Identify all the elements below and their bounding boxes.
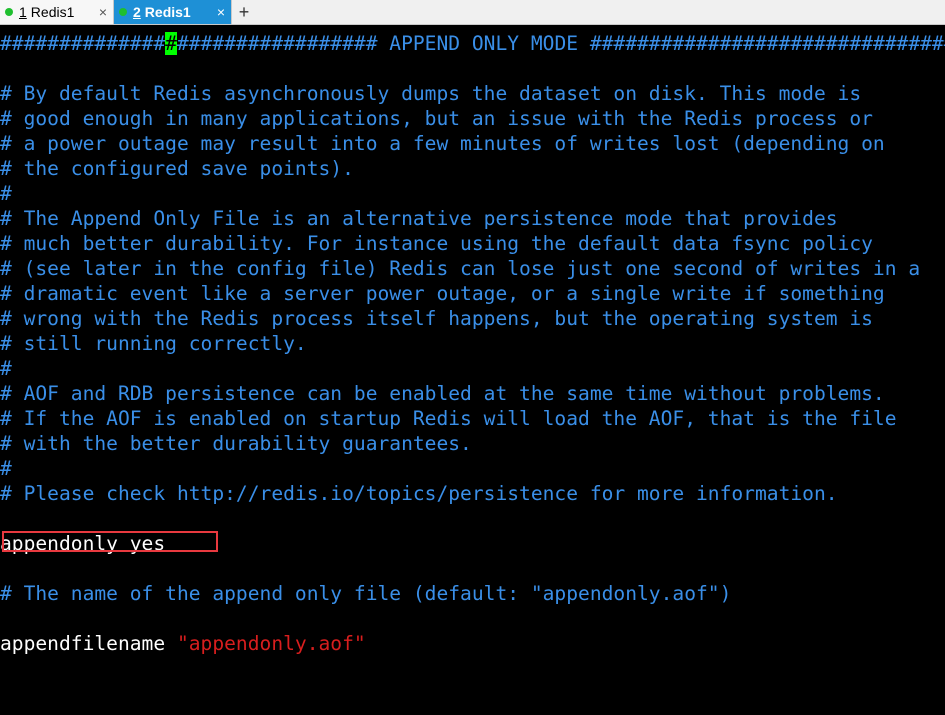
- comment-line: #: [0, 357, 12, 380]
- tab-number: 2: [133, 4, 141, 20]
- appendfilename-value: "appendonly.aof": [176, 632, 366, 655]
- header-prefix: ##############: [0, 32, 166, 55]
- comment-line: # with the better durability guarantees.: [0, 432, 472, 455]
- add-tab-button[interactable]: +: [234, 2, 254, 22]
- comment-line: # a power outage may result into a few m…: [0, 132, 885, 155]
- connected-status-icon: [5, 8, 13, 16]
- comment-line: # the configured save points).: [0, 157, 354, 180]
- filename-comment: # The name of the append only file (defa…: [0, 582, 732, 605]
- comment-line: # (see later in the config file) Redis c…: [0, 257, 921, 280]
- appendonly-setting: appendonly yes: [0, 532, 166, 555]
- comment-line: #: [0, 457, 12, 480]
- comment-line: # good enough in many applications, but …: [0, 107, 873, 130]
- header-suffix: ################# APPEND ONLY MODE #####…: [176, 32, 945, 55]
- comment-line: #: [0, 182, 12, 205]
- tab-label: Redis1: [144, 4, 191, 20]
- appendfilename-key: appendfilename: [0, 632, 177, 655]
- comment-line: # dramatic event like a server power out…: [0, 282, 885, 305]
- connected-status-icon: [119, 8, 127, 16]
- comment-line: # still running correctly.: [0, 332, 307, 355]
- close-icon[interactable]: ×: [99, 4, 107, 20]
- terminal-editor[interactable]: ################################ APPEND …: [0, 31, 945, 715]
- appendfilename-setting: appendfilename "appendonly.aof": [0, 631, 945, 656]
- tab-redis1-active[interactable]: 2 Redis1 ×: [114, 0, 232, 24]
- tab-label: Redis1: [30, 4, 75, 20]
- comment-line: # If the AOF is enabled on startup Redis…: [0, 407, 897, 430]
- tab-number: 1: [19, 4, 27, 20]
- tab-bar: 1 Redis1 × 2 Redis1 × +: [0, 0, 945, 25]
- comment-line: [0, 56, 945, 81]
- comment-line: # By default Redis asynchronously dumps …: [0, 82, 862, 105]
- comment-line: # The Append Only File is an alternative…: [0, 207, 838, 230]
- comment-line: # Please check http://redis.io/topics/pe…: [0, 482, 838, 505]
- section-header-line: ################################ APPEND …: [0, 31, 945, 56]
- tab-redis1-first[interactable]: 1 Redis1 ×: [0, 0, 114, 24]
- text-cursor: #: [165, 32, 177, 55]
- comment-line: # wrong with the Redis process itself ha…: [0, 307, 873, 330]
- close-icon[interactable]: ×: [217, 4, 225, 20]
- comment-line: # AOF and RDB persistence can be enabled…: [0, 382, 885, 405]
- comment-line: # much better durability. For instance u…: [0, 232, 873, 255]
